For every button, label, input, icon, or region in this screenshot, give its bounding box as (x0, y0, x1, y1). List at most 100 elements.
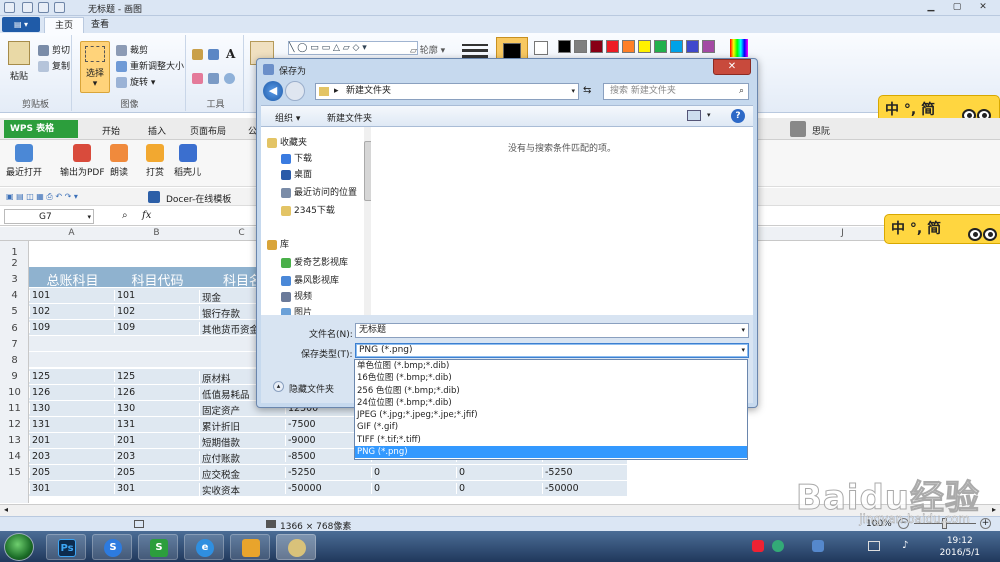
table-cell[interactable]: 131 (29, 418, 114, 430)
color2-swatch[interactable] (534, 41, 548, 55)
sogou-tray-icon[interactable] (752, 540, 764, 552)
row-number[interactable]: 15 (0, 467, 29, 478)
row-number[interactable]: 8 (0, 355, 29, 366)
table-cell[interactable]: 应交税金 (199, 467, 285, 482)
table-cell[interactable]: 205 (114, 467, 199, 479)
back-icon[interactable]: ◀ (263, 81, 283, 101)
eraser-icon[interactable] (192, 73, 206, 84)
undo-icon[interactable] (38, 2, 49, 13)
type-option[interactable]: 16色位图 (*.bmp;*.dib) (355, 372, 747, 384)
type-option[interactable]: GIF (*.gif) (355, 421, 747, 433)
search-input[interactable]: 搜索 新建文件夹 ⌕ (603, 83, 749, 100)
filename-input[interactable]: 无标题 ▾ (355, 323, 749, 338)
tray-clock[interactable]: 19:12 2016/5/1 (940, 535, 980, 559)
color-swatch[interactable] (606, 40, 619, 53)
ie-taskbar-button[interactable]: e (184, 534, 224, 560)
ime-toolbar-bottom[interactable]: 中 °, 简 (884, 214, 1000, 244)
minimize-button[interactable]: ▁ (918, 0, 944, 14)
paste-button[interactable]: 粘贴 (10, 69, 28, 82)
nav-item[interactable]: 爱奇艺影视库 (281, 255, 348, 268)
tab-home[interactable]: 主页 (44, 17, 84, 33)
nav-item[interactable]: 下载 (281, 151, 312, 164)
shapes-gallery[interactable]: ╲ ◯ ▭ ▭ △ ▱ ◇ ▾ (288, 41, 418, 55)
wps-tab-insert[interactable]: 插入 (148, 124, 166, 137)
color-swatch[interactable] (558, 40, 571, 53)
row-number[interactable]: 3 (0, 274, 29, 285)
table-cell[interactable]: 0 (456, 467, 542, 479)
table-cell[interactable]: 短期借款 (199, 434, 285, 449)
table-cell[interactable]: -5250 (542, 467, 628, 479)
quick-icons[interactable]: ▣ ▤ ◫ ▦ ⎙ ↶ ↷ ▾ (6, 192, 78, 202)
nav-item[interactable]: 收藏夹 (267, 135, 307, 148)
color-picker-icon[interactable] (208, 73, 222, 84)
export-pdf-button[interactable]: 输出为PDF (60, 144, 105, 178)
save-quick-icon[interactable] (22, 2, 33, 13)
type-option[interactable]: TIFF (*.tif;*.tiff) (355, 434, 747, 446)
type-option[interactable]: 单色位图 (*.bmp;*.dib) (355, 360, 747, 372)
nav-item[interactable]: 桌面 (281, 167, 312, 180)
wps-logo-button[interactable]: WPS 表格 (4, 120, 78, 138)
gift-taskbar-button[interactable] (230, 534, 270, 560)
type-option[interactable]: PNG (*.png) (355, 446, 747, 459)
start-button[interactable] (4, 533, 34, 561)
table-cell[interactable]: 应付账款 (199, 451, 285, 465)
color-swatch[interactable] (622, 40, 635, 53)
table-cell[interactable]: 0 (371, 483, 456, 495)
table-cell[interactable]: -5250 (285, 467, 371, 479)
row-number[interactable]: 4 (0, 290, 29, 301)
copy-button[interactable]: 复制 (38, 59, 70, 72)
organize-button[interactable]: 组织 ▾ (275, 111, 300, 124)
table-cell[interactable]: 实收资本 (199, 483, 285, 498)
magnifier-icon[interactable] (224, 73, 238, 84)
table-cell[interactable]: 累计折旧 (199, 418, 285, 433)
chevron-up-icon[interactable]: ▴ (273, 381, 284, 392)
table-cell[interactable]: 130 (29, 402, 114, 414)
color-swatch[interactable] (686, 40, 699, 53)
cut-button[interactable]: 剪切 (38, 43, 70, 56)
zoom-in-button[interactable]: + (980, 518, 991, 529)
table-cell[interactable]: -50000 (542, 483, 628, 495)
view-icon[interactable] (687, 110, 701, 121)
refresh-icon[interactable]: ⇆ (583, 85, 591, 96)
paint-app-icon[interactable] (4, 2, 15, 13)
table-cell[interactable]: 109 (114, 322, 199, 334)
forward-icon[interactable] (285, 81, 305, 101)
table-cell[interactable]: 130 (114, 402, 199, 414)
color-swatch[interactable] (654, 40, 667, 53)
tray-icon-2[interactable] (772, 540, 784, 552)
color-swatch[interactable] (590, 40, 603, 53)
table-cell[interactable]: 126 (29, 386, 114, 398)
row-number[interactable]: 12 (0, 419, 29, 430)
table-cell[interactable]: 201 (114, 434, 199, 446)
table-cell[interactable]: 0 (371, 467, 456, 479)
column-j[interactable]: J (800, 228, 885, 238)
row-number[interactable]: 2 (0, 258, 29, 269)
row-number[interactable]: 5 (0, 306, 29, 317)
header-cell[interactable]: 科目代码 (114, 270, 199, 289)
table-cell[interactable]: 203 (29, 451, 114, 462)
avatar[interactable] (790, 121, 806, 137)
user-name[interactable]: 思阮 (812, 124, 830, 137)
tab-view[interactable]: 查看 (80, 17, 120, 33)
table-cell[interactable]: 0 (456, 483, 542, 495)
address-dropdown-icon[interactable]: ▾ (571, 84, 575, 99)
rotate-button[interactable]: 旋转 ▾ (116, 75, 155, 88)
battery-icon[interactable] (868, 541, 880, 551)
read-aloud-button[interactable]: 朗读 (110, 144, 128, 178)
docer-template-tab[interactable]: Docer-在线模板 (166, 192, 231, 205)
crop-button[interactable]: 裁剪 (116, 43, 148, 56)
photoshop-taskbar-button[interactable]: Ps (46, 534, 86, 560)
column-a[interactable]: A (29, 228, 114, 238)
table-cell[interactable]: 125 (114, 370, 199, 382)
maximize-button[interactable]: ▢ (944, 0, 970, 14)
row-number[interactable]: 1 (0, 247, 29, 258)
edit-colors-icon[interactable] (730, 39, 748, 57)
close-button[interactable]: ✕ (970, 0, 996, 14)
reward-button[interactable]: 打赏 (146, 144, 164, 178)
row-number[interactable]: 10 (0, 387, 29, 398)
row-number[interactable]: 14 (0, 451, 29, 462)
dialog-close-button[interactable]: ✕ (713, 59, 751, 75)
file-list[interactable]: 没有与搜索条件匹配的项。 (371, 127, 753, 315)
table-cell[interactable]: 109 (29, 322, 114, 334)
shield-icon[interactable] (812, 540, 824, 552)
